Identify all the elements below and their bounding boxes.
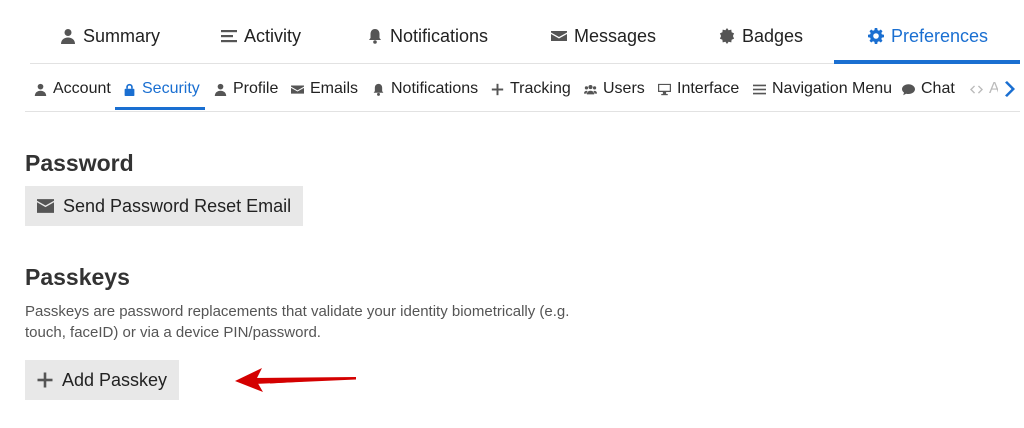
gear-icon [868, 28, 884, 44]
subtab-emails[interactable]: Emails [291, 68, 358, 110]
subtab-notifications[interactable]: Notifications [372, 68, 478, 110]
envelope-icon [551, 31, 567, 41]
tab-preferences[interactable]: Preferences [868, 8, 988, 64]
subtab-users[interactable]: Users [584, 68, 645, 110]
add-passkey-button[interactable]: Add Passkey [25, 360, 180, 400]
user-icon [61, 29, 75, 44]
subtab-users-label: Users [603, 80, 645, 97]
bell-icon [373, 83, 384, 96]
active-subtab-indicator [115, 107, 205, 110]
tab-messages-label: Messages [574, 25, 657, 46]
envelope-icon [291, 84, 304, 94]
envelope-icon [37, 199, 54, 213]
comment-icon [902, 83, 915, 95]
subtab-security-label: Security [142, 80, 200, 97]
badge-icon [719, 28, 735, 44]
send-password-reset-label: Send Password Reset Email [63, 195, 292, 216]
tab-summary[interactable]: Summary [60, 8, 160, 64]
subtab-tracking[interactable]: Tracking [491, 68, 571, 110]
plus-icon [491, 83, 504, 95]
passkeys-description: Passkeys are password replacements that … [25, 303, 570, 341]
tab-badges[interactable]: Badges [719, 8, 803, 64]
lock-icon [124, 83, 135, 96]
desktop-icon [658, 83, 671, 95]
add-passkey-label: Add Passkey [62, 369, 168, 390]
active-tab-indicator [834, 60, 1020, 64]
subtab-chat[interactable]: Chat [902, 68, 955, 110]
subtab-overflow[interactable]: A [970, 68, 1000, 110]
tab-activity-label: Activity [244, 25, 302, 46]
plus-icon [37, 372, 53, 388]
password-heading: Password [25, 150, 134, 176]
subtab-navigation-menu[interactable]: Navigation Menu [753, 68, 892, 110]
subtab-interface[interactable]: Interface [658, 68, 739, 110]
list-icon [221, 30, 237, 43]
annotation-arrow [235, 368, 356, 392]
sub-tabs: Account Security Profile Emails Notifica… [25, 68, 1020, 112]
user-icon [214, 83, 227, 96]
users-icon [584, 84, 597, 94]
top-tabs: Summary Activity Notifications Messages … [30, 8, 1020, 64]
tab-activity[interactable]: Activity [221, 8, 301, 64]
tab-notifications[interactable]: Notifications [367, 8, 488, 64]
subtab-profile[interactable]: Profile [214, 68, 278, 110]
subtab-navigation-menu-label: Navigation Menu [772, 80, 893, 97]
subtab-emails-label: Emails [310, 80, 359, 97]
bell-icon [369, 29, 381, 44]
list-icon [753, 84, 766, 94]
subtab-notifications-label: Notifications [391, 80, 479, 97]
tab-summary-label: Summary [83, 25, 161, 46]
user-icon [34, 83, 47, 96]
subtab-account[interactable]: Account [34, 68, 111, 110]
subtab-interface-label: Interface [677, 80, 740, 97]
passkeys-heading: Passkeys [25, 264, 130, 290]
scroll-right-button[interactable] [998, 68, 1020, 110]
tab-badges-label: Badges [742, 25, 804, 46]
subtab-profile-label: Profile [233, 80, 279, 97]
tab-preferences-label: Preferences [891, 25, 989, 46]
subtab-account-label: Account [53, 80, 111, 97]
subtab-tracking-label: Tracking [510, 80, 571, 97]
subtab-chat-label: Chat [921, 80, 955, 97]
send-password-reset-button[interactable]: Send Password Reset Email [25, 186, 304, 226]
code-icon [970, 84, 983, 94]
subtab-security[interactable]: Security [123, 68, 200, 110]
chevron-right-icon [1005, 81, 1015, 97]
tab-notifications-label: Notifications [390, 25, 489, 46]
tab-messages[interactable]: Messages [551, 8, 656, 64]
